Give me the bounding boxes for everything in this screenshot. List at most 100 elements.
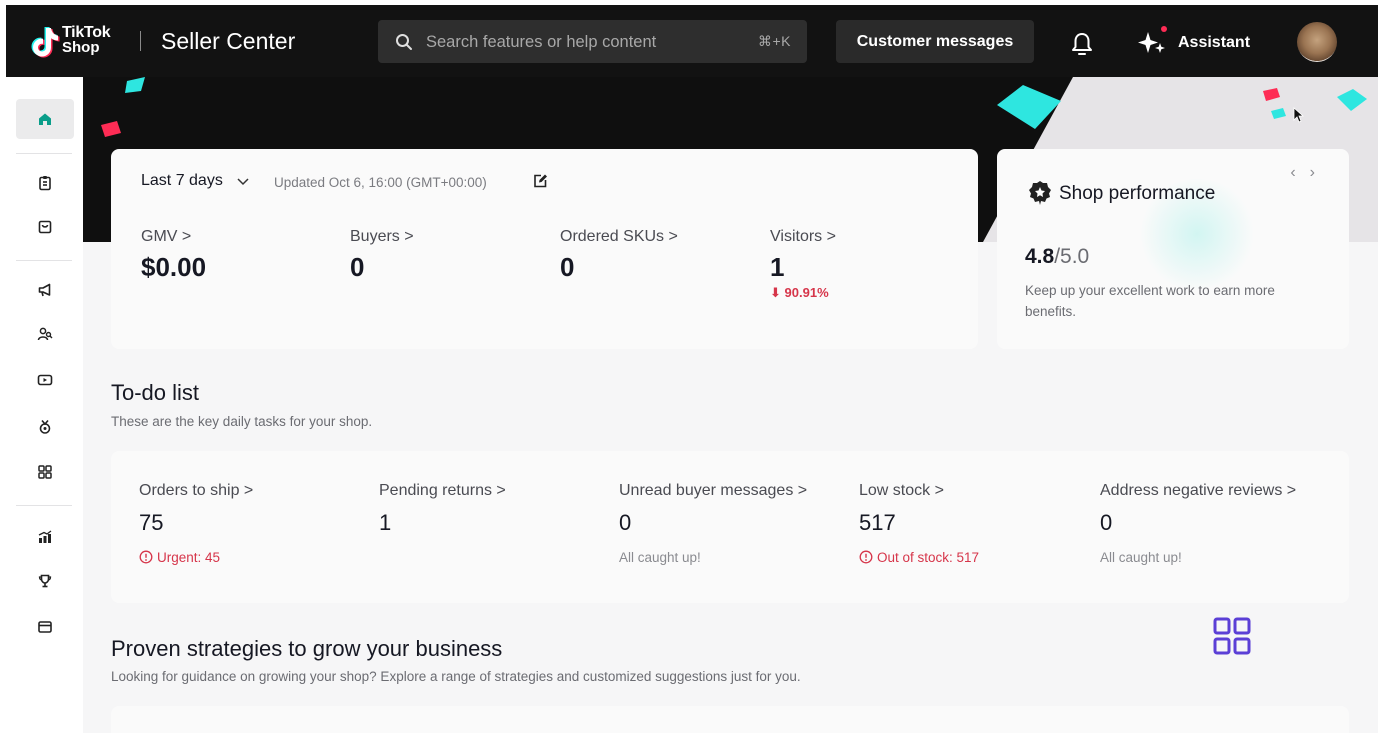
chevron-down-icon[interactable]	[237, 178, 249, 186]
metrics-card: Last 7 days Updated Oct 6, 16:00 (GMT+00…	[111, 149, 978, 349]
rewards-icon	[39, 419, 51, 434]
metric-gmv[interactable]: GMV > $0.00	[141, 228, 206, 283]
todo-value: 0	[1100, 510, 1113, 535]
todo-value: 1	[379, 510, 392, 535]
todo-note-text: Urgent: 45	[157, 550, 221, 565]
metric-value: $0.00	[141, 252, 207, 282]
metric-value: 1	[770, 252, 785, 282]
todo-subtitle: These are the key daily tasks for your s…	[111, 414, 373, 429]
app-title: Seller Center	[161, 28, 296, 54]
metric-label: Visitors >	[770, 228, 836, 245]
metric-buyers[interactable]: Buyers > 0	[350, 228, 414, 283]
todo-label: Pending returns >	[379, 482, 506, 499]
search-input[interactable]	[426, 31, 726, 53]
chevron-right-icon[interactable]: ›	[1310, 164, 1329, 181]
sparkle-icon	[1138, 26, 1167, 53]
user-avatar[interactable]	[1297, 22, 1337, 62]
date-range-selector[interactable]: Last 7 days	[141, 172, 223, 190]
todo-low-stock[interactable]: Low stock > 517 Out of stock: 517	[859, 482, 979, 565]
todo-label: Unread buyer messages >	[619, 482, 808, 499]
marketing-icon	[38, 283, 51, 297]
confetti-shape	[1271, 108, 1286, 119]
strategies-title: Proven strategies to grow your business	[111, 636, 503, 661]
metric-visitors[interactable]: Visitors > 1 ⬇︎ 90.91%	[770, 228, 836, 301]
sidebar-item-live-video[interactable]	[16, 360, 74, 400]
down-arrow-icon: ⬇︎	[770, 285, 781, 300]
bell-icon[interactable]	[1070, 31, 1094, 57]
assistant-label: Assistant	[1178, 34, 1251, 51]
shop-performance-description: Keep up your excellent work to earn more…	[1025, 283, 1275, 319]
confetti-shape	[997, 85, 1061, 129]
metric-ordered-skus[interactable]: Ordered SKUs > 0	[560, 228, 678, 283]
badge-icon	[1029, 181, 1051, 205]
top-bar: TikTok Shop Seller Center ⌘+K Customer m…	[6, 5, 1378, 77]
todo-unread-buyer-messages[interactable]: Unread buyer messages > 0 All caught up!	[619, 482, 807, 565]
confetti-shape	[1263, 88, 1280, 101]
brand-wordmark[interactable]: TikTok Shop	[62, 25, 111, 56]
carousel-arrows: ‹›	[1290, 164, 1329, 182]
sidebar-item-products[interactable]	[16, 207, 74, 247]
confetti-shape	[125, 77, 145, 93]
shop-performance-title: Shop performance	[1059, 183, 1216, 204]
sidebar-item-trophy[interactable]	[16, 561, 74, 601]
strategies-card	[111, 706, 1349, 733]
cursor-icon	[1293, 107, 1305, 123]
sidebar-divider	[16, 505, 72, 506]
sidebar-nav	[6, 77, 83, 733]
todo-address-negative-reviews[interactable]: Address negative reviews > 0 All caught …	[1100, 482, 1296, 565]
customer-messages-button[interactable]: Customer messages	[836, 20, 1034, 63]
todo-label: Low stock >	[859, 482, 944, 499]
metric-change: ⬇︎ 90.91%	[770, 285, 836, 301]
sidebar-item-creators[interactable]	[16, 314, 74, 354]
score-value: 4.8	[1025, 245, 1055, 268]
home-icon	[39, 113, 51, 125]
app-window: TikTok Shop Seller Center ⌘+K Customer m…	[6, 5, 1378, 733]
sidebar-item-marketing[interactable]	[16, 270, 74, 310]
tiktok-logo-icon[interactable]	[24, 22, 64, 62]
brand-divider	[140, 31, 141, 51]
grid-view-icon[interactable]	[1213, 617, 1251, 655]
metric-change-value: 90.91%	[784, 285, 829, 300]
creators-icon	[37, 327, 53, 341]
sidebar-item-finance[interactable]	[16, 607, 74, 647]
trophy-icon	[38, 574, 52, 588]
todo-title: To-do list	[111, 380, 200, 405]
sidebar-item-rewards[interactable]	[16, 407, 74, 447]
metric-value: 0	[560, 252, 575, 282]
assistant-notification-dot	[1161, 26, 1167, 32]
live-video-icon	[37, 374, 53, 386]
search-shortcut-hint: ⌘+K	[757, 33, 791, 49]
products-icon	[38, 220, 52, 234]
metric-label: GMV >	[141, 228, 192, 245]
todo-note: Out of stock: 517	[859, 550, 979, 565]
shop-performance-score: 4.8/5.0	[1025, 245, 1089, 269]
sidebar-item-home[interactable]	[16, 99, 74, 139]
shop-performance-card[interactable]: ‹› Shop performance 4.8/5.0 Keep up your…	[997, 149, 1349, 349]
finance-icon	[38, 621, 52, 633]
analytics-icon	[38, 530, 52, 543]
todo-pending-returns[interactable]: Pending returns > 1	[379, 482, 506, 536]
sidebar-divider	[16, 153, 72, 154]
metric-label: Buyers >	[350, 228, 414, 245]
search-icon	[396, 34, 412, 50]
alert-icon	[139, 550, 153, 564]
brand-line-2: Shop	[62, 39, 100, 56]
todo-card: Orders to ship > 75 Urgent: 45 Pending r…	[111, 451, 1349, 603]
todo-label: Orders to ship >	[139, 482, 254, 499]
sidebar-item-apps[interactable]	[16, 452, 74, 492]
updated-timestamp: Updated Oct 6, 16:00 (GMT+00:00)	[274, 175, 487, 190]
todo-label: Address negative reviews >	[1100, 482, 1297, 499]
sidebar-item-analytics[interactable]	[16, 517, 74, 557]
confetti-shape	[1337, 89, 1367, 111]
todo-note: Urgent: 45	[139, 550, 253, 565]
edit-icon[interactable]	[532, 173, 548, 189]
todo-value: 517	[859, 510, 896, 535]
search-bar[interactable]: ⌘+K	[378, 20, 807, 63]
metric-label: Ordered SKUs >	[560, 228, 678, 245]
sidebar-item-orders[interactable]	[16, 163, 74, 203]
alert-icon	[859, 550, 873, 564]
todo-value: 75	[139, 510, 164, 535]
todo-orders-to-ship[interactable]: Orders to ship > 75 Urgent: 45	[139, 482, 253, 565]
confetti-shape	[101, 121, 121, 137]
chevron-left-icon[interactable]: ‹	[1290, 164, 1309, 181]
